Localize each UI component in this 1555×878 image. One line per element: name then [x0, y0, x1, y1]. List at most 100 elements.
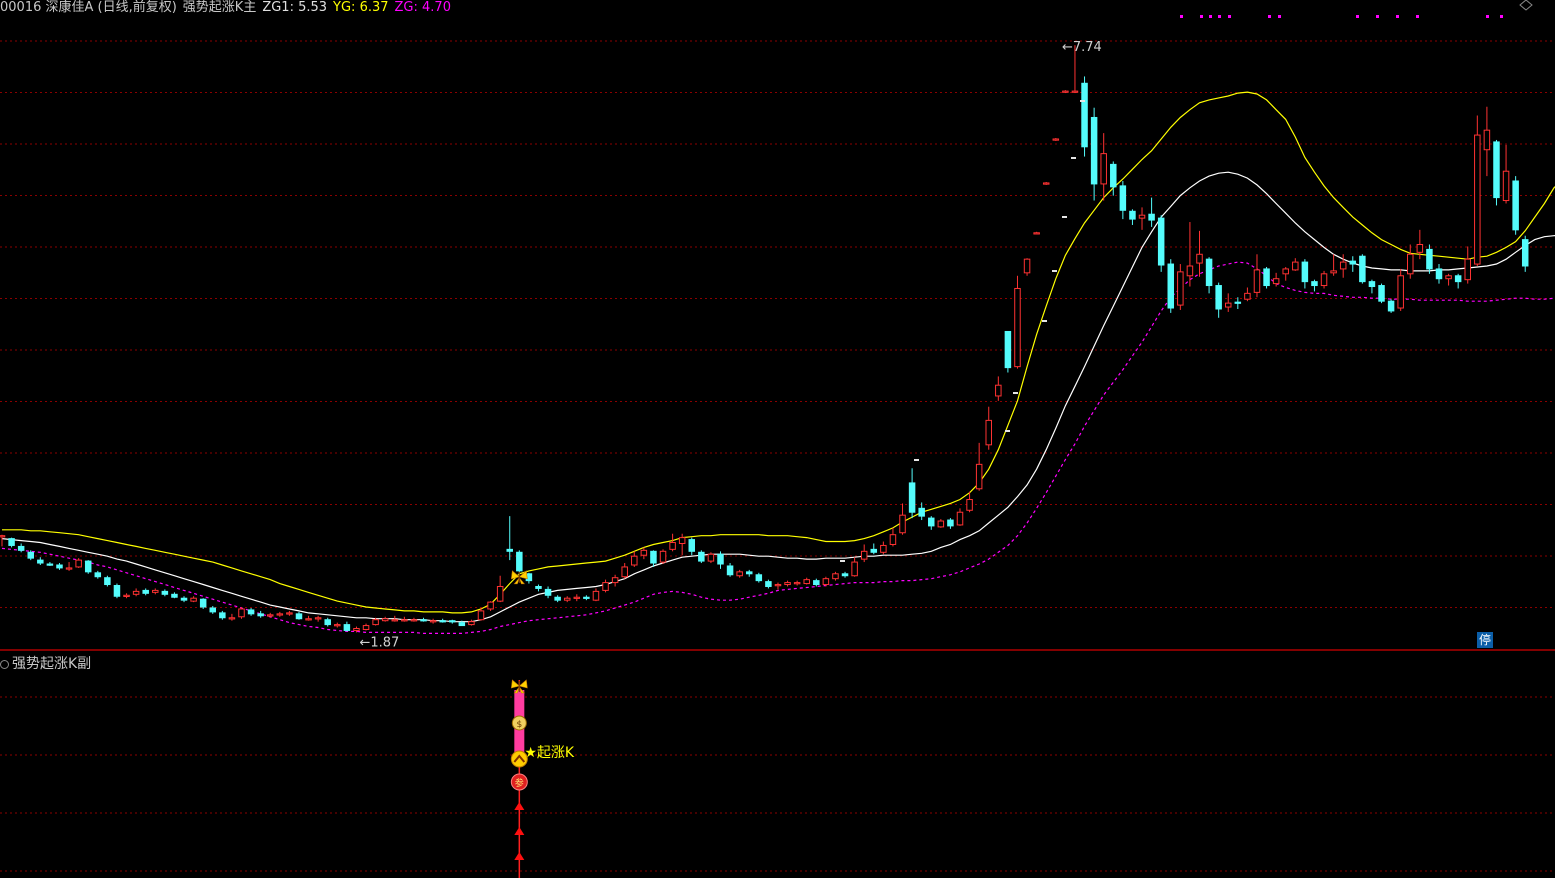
candle-body [238, 608, 245, 618]
candle-body [219, 612, 226, 619]
candle-up [602, 579, 609, 593]
candle-body [1042, 182, 1050, 185]
candle-body [678, 537, 686, 544]
candle-down [908, 468, 916, 519]
candle-up [937, 519, 945, 528]
candle-up [1186, 222, 1194, 287]
candle-down [583, 595, 590, 601]
candle-down [717, 551, 724, 569]
candle-body [334, 624, 341, 627]
candle-body [985, 419, 992, 446]
candle-body [736, 571, 743, 577]
price-chart[interactable]: ←7.74 ←1.87 $ 参 ★起涨K [0, 0, 1555, 878]
candle-up [286, 610, 293, 616]
signal-dot [1268, 15, 1271, 18]
candle-down [8, 537, 15, 548]
candle-down [918, 502, 925, 521]
candle-up [1292, 258, 1299, 271]
candle-up [774, 582, 782, 590]
zg1-line [1, 171, 1555, 623]
candle-body [573, 596, 581, 599]
candle-body [1148, 213, 1155, 221]
candle-down [324, 617, 331, 627]
candle-body [1119, 185, 1127, 211]
limit-tick [1042, 320, 1047, 322]
candle-up [1483, 106, 1491, 177]
signal-dot [1218, 15, 1221, 18]
signal-dot [1278, 15, 1281, 18]
candle-up [1023, 258, 1031, 276]
candle-down [104, 575, 111, 587]
candle-up [736, 569, 743, 578]
candle-body [899, 514, 906, 534]
candle-body [171, 593, 178, 598]
candle-up [784, 580, 791, 587]
candle-down [1521, 235, 1529, 272]
panel-dot-icon [0, 659, 9, 669]
candle-body [832, 573, 839, 580]
candle-up [1330, 254, 1337, 276]
candle-body [1454, 275, 1462, 283]
candle-body [1177, 271, 1184, 306]
can-buy-icon: 参 [510, 773, 528, 791]
money-bag-icon: $ [511, 715, 527, 731]
candle-body [1272, 278, 1280, 285]
candle-up [0, 534, 6, 547]
candle-body [1263, 268, 1270, 287]
candle-body [669, 542, 676, 550]
limit-tick [914, 459, 919, 461]
candle-body [966, 499, 973, 511]
candle-body [276, 613, 284, 616]
red-arrow-icon [514, 852, 525, 860]
candle-body [199, 598, 207, 608]
candle-body [563, 597, 571, 601]
candle-down [841, 571, 849, 578]
candle-up [1474, 115, 1481, 266]
candle-up [123, 593, 130, 599]
candle-body [8, 538, 15, 546]
signal-dot [1180, 15, 1183, 18]
candle-body [717, 553, 724, 565]
candle-down [180, 596, 188, 603]
candle-up [592, 588, 600, 602]
candle-up [851, 557, 858, 577]
sub-panel-signal: $ 参 ★起涨K [510, 679, 575, 878]
candle-down [1215, 282, 1222, 318]
candle-body [1493, 141, 1500, 199]
candle-down [1349, 256, 1357, 272]
candle-down [219, 610, 226, 620]
candle-up [1253, 254, 1261, 298]
candle-body [104, 577, 111, 586]
candle-body [784, 582, 791, 586]
candle-down [650, 550, 657, 567]
candle-up [985, 406, 992, 450]
candle-body [583, 596, 590, 599]
candle-body [726, 565, 734, 576]
limit-tick [1080, 100, 1085, 102]
candle-body [1004, 330, 1012, 369]
candle-body [496, 585, 504, 602]
limit-tick [840, 560, 845, 562]
candle-body [1196, 253, 1203, 264]
candle-body [180, 597, 188, 601]
candle-up [1320, 270, 1328, 289]
low-label: ←1.87 [359, 635, 399, 650]
candle-body [429, 620, 437, 623]
limit-tick [1005, 430, 1010, 432]
candle-body [1311, 281, 1318, 287]
candle-body [1014, 287, 1021, 368]
candle-body [880, 544, 887, 553]
candle-body [659, 550, 667, 563]
candle-up [631, 551, 638, 567]
candle-up [1042, 181, 1050, 185]
high-label: ←7.74 [1062, 40, 1102, 55]
candle-up [65, 562, 73, 571]
candle-up [1282, 266, 1289, 281]
candle-body [765, 581, 772, 587]
candle-body [314, 617, 322, 620]
signal-dot [1416, 15, 1419, 18]
candle-down [544, 586, 552, 599]
candle-down [1263, 266, 1270, 289]
candle-body [1224, 302, 1232, 308]
stop-badge[interactable]: 停 [1477, 632, 1493, 648]
